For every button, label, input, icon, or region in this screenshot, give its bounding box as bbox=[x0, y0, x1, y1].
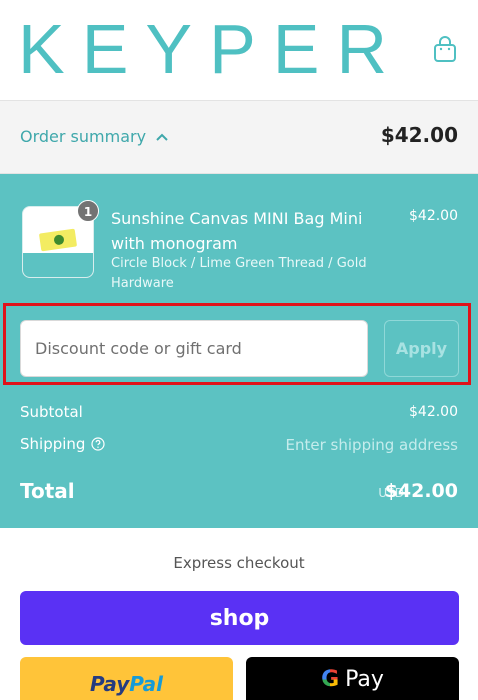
keyper-logo[interactable]: KEYPER bbox=[18, 14, 404, 84]
order-summary-panel: 1 Sunshine Canvas MINI Bag Mini with mon… bbox=[0, 174, 478, 528]
chevron-up-icon bbox=[156, 133, 168, 141]
express-checkout-title: Express checkout bbox=[173, 554, 305, 572]
product-variant: Circle Block / Lime Green Thread / Gold … bbox=[111, 256, 367, 291]
order-summary-label: Order summary bbox=[20, 127, 147, 146]
subtotal-value: $42.00 bbox=[409, 404, 458, 420]
shipping-row-label: Shipping bbox=[20, 435, 106, 453]
paypal-button[interactable]: PayPal bbox=[20, 657, 233, 700]
discount-code-input[interactable] bbox=[20, 320, 368, 377]
total-value: $42.00 bbox=[384, 480, 458, 502]
google-pay-label: Pay bbox=[345, 666, 384, 692]
google-pay-button[interactable]: G Pay bbox=[246, 657, 459, 700]
order-summary-bar: Order summary $42.00 bbox=[0, 100, 478, 174]
site-header: KEYPER bbox=[0, 0, 478, 100]
thumbnail-stripe bbox=[23, 253, 93, 277]
paypal-logo-pay: Pay bbox=[89, 672, 130, 696]
product-name: Sunshine Canvas MINI Bag Mini with monog… bbox=[111, 209, 363, 253]
quantity-badge: 1 bbox=[77, 200, 99, 222]
apply-discount-button[interactable]: Apply bbox=[384, 320, 459, 377]
product-price: $42.00 bbox=[409, 208, 458, 224]
product-image bbox=[38, 228, 78, 252]
shipping-label: Shipping bbox=[20, 435, 86, 453]
help-circle-icon[interactable] bbox=[91, 437, 106, 451]
shipping-value: Enter shipping address bbox=[285, 436, 458, 454]
order-summary-toggle[interactable]: Order summary bbox=[20, 127, 168, 146]
total-label: Total bbox=[20, 479, 75, 503]
google-g-icon: G bbox=[321, 666, 340, 692]
monogram-dot bbox=[53, 234, 65, 246]
subtotal-label: Subtotal bbox=[20, 403, 83, 421]
paypal-logo-pal: Pal bbox=[129, 672, 164, 696]
summary-total-price: $42.00 bbox=[380, 123, 458, 147]
shopping-bag-icon[interactable] bbox=[432, 35, 458, 63]
shop-pay-button[interactable]: shop bbox=[20, 591, 459, 645]
